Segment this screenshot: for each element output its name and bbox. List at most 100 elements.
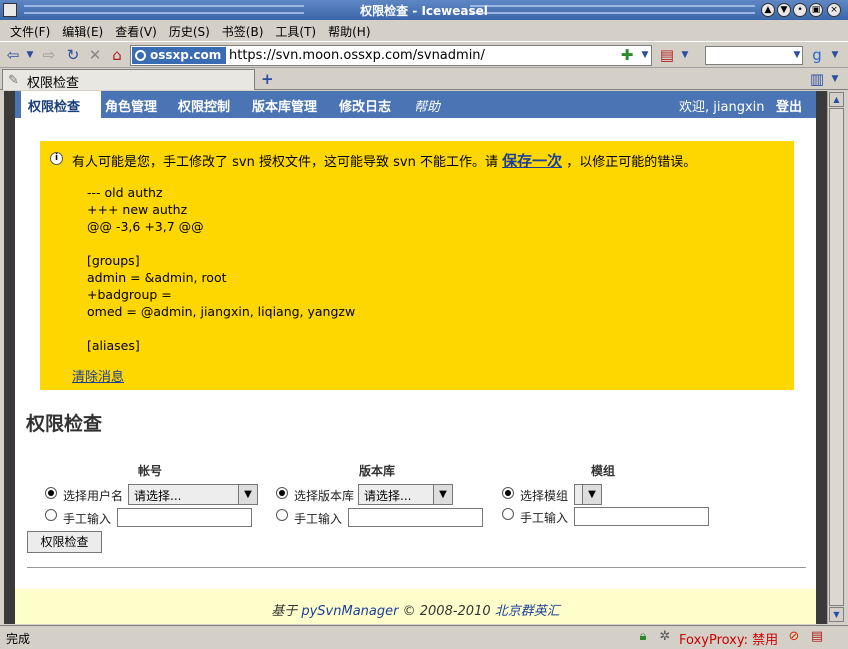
search-engine-icon[interactable]: g (808, 46, 826, 64)
menu-bookmarks[interactable]: 书签(B) (216, 20, 270, 41)
lock-icon[interactable]: 🔒︎ (634, 628, 652, 646)
manual-user-input[interactable] (117, 508, 252, 527)
select-repo-label: 选择版本库 (294, 489, 355, 503)
title-bar: 权限检查 - Iceweasel ▲ ▼ • ▣ × (0, 0, 848, 20)
logout-link[interactable]: 登出 (776, 96, 802, 115)
forward-icon[interactable]: ⇨ (40, 46, 58, 64)
manual-module-input[interactable] (574, 507, 709, 526)
browser-window: 权限检查 - Iceweasel ▲ ▼ • ▣ × 文件(F) 编辑(E) 查… (0, 0, 848, 649)
menu-file[interactable]: 文件(F) (4, 20, 56, 41)
main-content: i 有人可能是您，手工修改了 svn 授权文件，这可能导致 svn 不能工作。请… (15, 118, 816, 624)
page-right-border (816, 91, 827, 624)
manual-module-label: 手工输入 (520, 511, 569, 525)
url-bar[interactable]: ossxp.com https://svn.moon.ossxp.com/svn… (130, 45, 652, 66)
nav-item-repo-management[interactable]: 版本库管理 (252, 96, 317, 115)
new-tab-button[interactable]: + (261, 70, 274, 88)
company-link[interactable]: 北京群英汇 (495, 604, 560, 619)
tool-icon[interactable]: ▤ (658, 46, 676, 64)
minimize-icon[interactable]: • (793, 3, 807, 17)
nav-item-role-management[interactable]: 角色管理 (105, 96, 157, 115)
block-icon[interactable]: ⊘ (785, 628, 803, 646)
manual-user-radio[interactable] (45, 509, 57, 521)
reload-icon[interactable]: ↻ (64, 46, 82, 64)
tab-label: 权限检查 (27, 76, 80, 91)
clear-message-link[interactable]: 清除消息 (72, 366, 124, 385)
product-link[interactable]: pySvnManager (301, 604, 398, 619)
shade-icon[interactable]: ▲ (761, 3, 775, 17)
tool-dropdown-icon[interactable]: ▼ (676, 46, 694, 64)
manual-module-radio[interactable] (502, 508, 514, 520)
navigation-toolbar: ⇦ ▼ ⇨ ↻ ✕ ⌂ ossxp.com https://svn.moon.o… (0, 41, 848, 68)
permission-check-button[interactable]: 权限检查 (27, 531, 102, 553)
info-icon: i (50, 152, 63, 165)
page-footer: 基于 pySvnManager © 2008-2010 北京群英汇 (15, 589, 816, 624)
manual-repo-label: 手工输入 (294, 512, 343, 526)
select-module-label: 选择模组 (520, 489, 569, 503)
search-engine-dropdown-icon[interactable]: ▼ (826, 46, 844, 64)
stop-icon[interactable]: ✕ (86, 46, 104, 64)
proxy-fox-icon[interactable]: ✲ (656, 628, 674, 646)
url-text[interactable]: https://svn.moon.ossxp.com/svnadmin/ (229, 48, 485, 63)
scrollbar-thumb[interactable] (829, 108, 844, 606)
chevron-down-icon: ▼ (582, 485, 601, 504)
maximize-icon[interactable]: ▣ (809, 3, 823, 17)
menu-help[interactable]: 帮助(H) (322, 20, 376, 41)
authz-diff: --- old authz +++ new authz @@ -3,6 +3,7… (87, 185, 356, 353)
chevron-down-icon: ▼ (238, 485, 257, 504)
module-select[interactable]: ▼ (574, 484, 602, 505)
menu-edit[interactable]: 编辑(E) (56, 20, 109, 41)
user-select-value: 请选择... (134, 489, 182, 503)
user-select[interactable]: 请选择... ▼ (128, 484, 258, 505)
foxyproxy-status[interactable]: FoxyProxy: 禁用 (679, 629, 778, 648)
menu-tools[interactable]: 工具(T) (269, 20, 322, 41)
status-bar: 完成 🔒︎ ✲ FoxyProxy: 禁用 ⊘ ▤ (0, 625, 848, 649)
chevron-down-icon: ▼ (433, 485, 452, 504)
unshade-icon[interactable]: ▼ (777, 3, 791, 17)
page-viewport: 权限检查 角色管理 权限控制 版本库管理 修改日志 帮助 欢迎, jiangxi… (4, 91, 827, 624)
vertical-scrollbar[interactable]: ▲ ▼ (827, 91, 844, 624)
manual-repo-radio[interactable] (276, 509, 288, 521)
status-text: 完成 (6, 632, 31, 646)
nav-item-permission-control[interactable]: 权限控制 (178, 96, 230, 115)
page-title: 权限检查 (26, 413, 103, 435)
warning-text: 有人可能是您，手工修改了 svn 授权文件，这可能导致 svn 不能工作。请 保… (72, 152, 697, 170)
close-icon[interactable]: × (827, 3, 841, 17)
home-icon[interactable]: ⌂ (108, 46, 126, 64)
select-user-radio[interactable] (45, 487, 57, 499)
window-title: 权限检查 - Iceweasel (360, 4, 488, 18)
nav-item-help[interactable]: 帮助 (414, 96, 440, 115)
select-repo-radio[interactable] (276, 487, 288, 499)
scroll-down-icon[interactable]: ▼ (829, 607, 844, 622)
select-module-radio[interactable] (502, 487, 514, 499)
tab-list-dropdown-icon[interactable]: ▼ (826, 70, 844, 88)
nav-item-permission-check[interactable]: 权限检查 (21, 91, 101, 118)
menu-view[interactable]: 查看(V) (109, 20, 163, 41)
repo-select-value: 请选择... (364, 489, 412, 503)
site-identity-label: ossxp.com (150, 48, 222, 62)
nav-item-change-log[interactable]: 修改日志 (339, 96, 391, 115)
search-dropdown-icon[interactable]: ▼ (788, 46, 806, 64)
account-column-header: 帐号 (138, 464, 163, 478)
tab-list-icon[interactable]: ▥ (808, 70, 826, 88)
manual-repo-input[interactable] (348, 508, 483, 527)
tab-current[interactable]: ✎ 权限检查 (2, 69, 255, 91)
back-dropdown-icon[interactable]: ▼ (21, 46, 39, 64)
repo-select[interactable]: 请选择... ▼ (358, 484, 453, 505)
site-identity-button[interactable]: ossxp.com (132, 47, 227, 64)
repo-column-header: 版本库 (359, 464, 396, 478)
scroll-up-icon[interactable]: ▲ (829, 92, 844, 107)
url-dropdown-icon[interactable]: ▼ (636, 46, 654, 64)
menu-history[interactable]: 历史(S) (163, 20, 216, 41)
tab-bar: ✎ 权限检查 + ▥ ▼ (0, 68, 848, 91)
add-bookmark-icon[interactable]: ✚ (618, 46, 636, 64)
addon-icon[interactable]: ▤ (808, 628, 826, 646)
warning-message: i 有人可能是您，手工修改了 svn 授权文件，这可能导致 svn 不能工作。请… (40, 141, 794, 390)
select-user-label: 选择用户名 (63, 489, 124, 503)
back-icon[interactable]: ⇦ (4, 46, 22, 64)
footer-text: 基于 pySvnManager © 2008-2010 北京群英汇 (271, 604, 560, 619)
site-identity-icon (135, 50, 146, 61)
divider (27, 567, 806, 568)
page-favicon-icon: ✎ (8, 73, 19, 88)
save-once-link[interactable]: 保存一次 (502, 152, 562, 170)
manual-user-label: 手工输入 (63, 512, 112, 526)
